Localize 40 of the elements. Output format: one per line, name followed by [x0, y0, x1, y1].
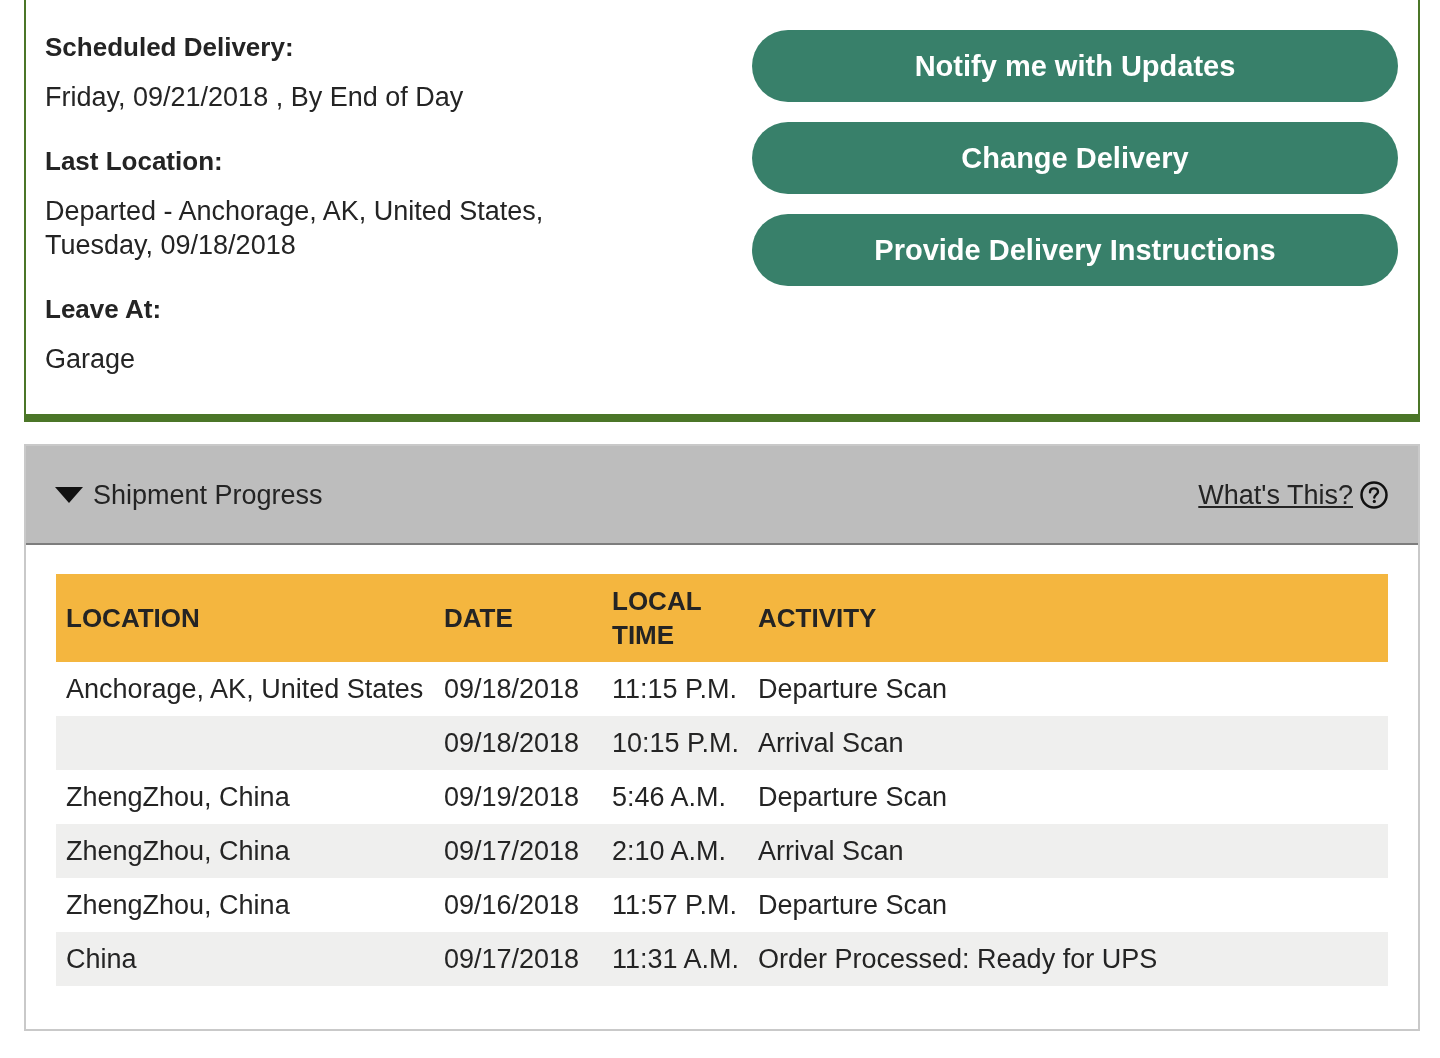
column-header: ACTIVITY — [748, 574, 1388, 662]
help-link[interactable]: What's This? — [1198, 477, 1353, 512]
activity-cell: Arrival Scan — [748, 824, 1388, 878]
caret-icon[interactable] — [55, 486, 83, 503]
column-header: LOCAL TIME — [602, 574, 748, 662]
action-button[interactable]: Notify me with Updates — [752, 30, 1398, 102]
location-cell: Anchorage, AK, United States — [56, 662, 434, 716]
activity-cell: Departure Scan — [748, 662, 1388, 716]
location-cell: ZhengZhou, China — [56, 878, 434, 932]
action-button[interactable]: Change Delivery — [752, 122, 1398, 194]
date-cell: 09/18/2018 — [434, 716, 602, 770]
time-cell: 11:15 P.M. — [602, 662, 748, 716]
activity-cell: Departure Scan — [748, 878, 1388, 932]
time-cell: 11:31 A.M. — [602, 932, 748, 986]
time-cell: 2:10 A.M. — [602, 824, 748, 878]
time-cell: 10:15 P.M. — [602, 716, 748, 770]
time-cell: 5:46 A.M. — [602, 770, 748, 824]
column-header: DATE — [434, 574, 602, 662]
date-cell: 09/17/2018 — [434, 824, 602, 878]
column-header: LOCATION — [56, 574, 434, 662]
location-cell: ZhengZhou, China — [56, 824, 434, 878]
location-cell: China — [56, 932, 434, 986]
panel-title: Shipment Progress — [93, 478, 323, 512]
date-cell: 09/19/2018 — [434, 770, 602, 824]
detail-value: Departed - Anchorage, AK, United States, Tuesday, 09/18/2018 — [45, 195, 545, 262]
detail-label: Last Location: — [45, 145, 224, 178]
location-cell: ZhengZhou, China — [56, 770, 434, 824]
date-cell: 09/16/2018 — [434, 878, 602, 932]
date-cell: 09/18/2018 — [434, 662, 602, 716]
activity-cell: Order Processed: Ready for UPS — [748, 932, 1388, 986]
action-button[interactable]: Provide Delivery Instructions — [752, 214, 1398, 286]
date-cell: 09/17/2018 — [434, 932, 602, 986]
time-cell: 11:57 P.M. — [602, 878, 748, 932]
detail-value: Friday, 09/21/2018 , By End of Day — [45, 81, 465, 114]
activity-cell: Arrival Scan — [748, 716, 1388, 770]
detail-value: Garage — [45, 343, 137, 376]
detail-label: Leave At: — [45, 293, 163, 326]
activity-cell: Departure Scan — [748, 770, 1388, 824]
detail-label: Scheduled Delivery: — [45, 31, 295, 64]
help-icon[interactable] — [1360, 480, 1388, 509]
